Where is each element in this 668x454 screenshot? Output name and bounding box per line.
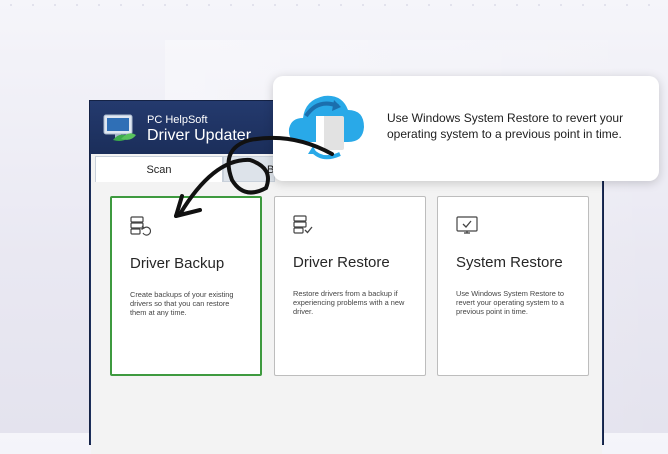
pc-helpsoft-logo-icon — [103, 114, 136, 141]
background-dots — [0, 0, 668, 10]
driver-backup-icon — [130, 216, 152, 236]
system-restore-card[interactable]: System Restore Use Windows System Restor… — [437, 196, 589, 376]
card-title: System Restore — [456, 254, 563, 271]
card-title: Driver Backup — [130, 255, 225, 272]
card-description: Restore drivers from a backup if experie… — [293, 289, 405, 316]
card-description: Use Windows System Restore to revert you… — [456, 289, 565, 316]
card-description: Create backups of your existing drivers … — [130, 290, 234, 317]
curved-arrow-icon — [174, 135, 334, 218]
tooltip-text: Use Windows System Restore to revert you… — [387, 111, 624, 141]
system-restore-icon — [456, 216, 478, 234]
card-title: Driver Restore — [293, 254, 390, 271]
brand-name: PC HelpSoft — [147, 114, 208, 126]
